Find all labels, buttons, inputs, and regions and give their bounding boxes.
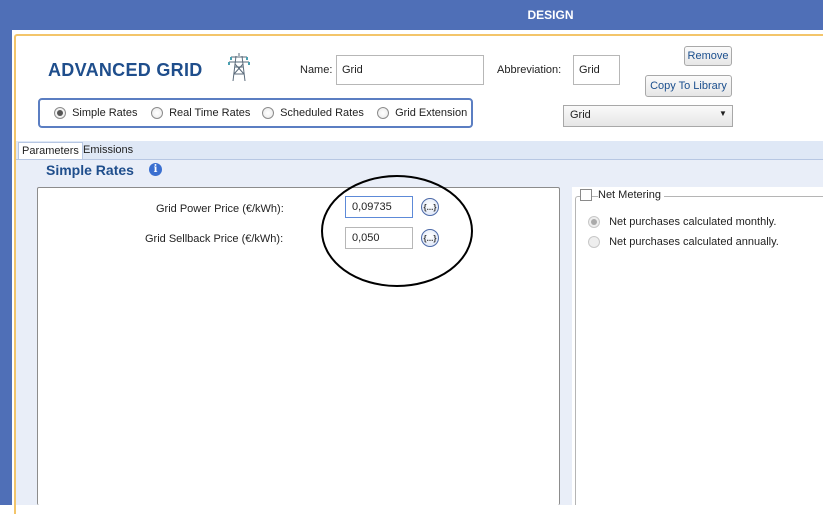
net-option-label: Net purchases calculated annually.: [609, 236, 779, 248]
rate-option-label: Scheduled Rates: [280, 107, 364, 119]
page-title: ADVANCED GRID: [48, 60, 203, 80]
copy-to-library-button[interactable]: Copy To Library: [645, 75, 732, 97]
rate-option-label: Real Time Rates: [169, 107, 251, 119]
net-option-monthly: Net purchases calculated monthly.: [588, 216, 777, 229]
transmission-tower-icon: [225, 52, 253, 82]
remove-button[interactable]: Remove: [684, 46, 732, 66]
radio-selected-icon: [588, 216, 600, 229]
side-strip: [0, 30, 12, 505]
annotation-ellipse: [321, 175, 473, 287]
net-metering-checkbox[interactable]: [580, 189, 592, 201]
radio-icon[interactable]: [377, 107, 389, 120]
radio-icon: [588, 236, 600, 249]
grid-power-price-label: Grid Power Price (€/kWh):: [156, 203, 284, 215]
grid-sellback-price-label: Grid Sellback Price (€/kWh):: [145, 233, 284, 245]
rate-option-simple[interactable]: Simple Rates: [54, 107, 138, 120]
info-icon[interactable]: i: [149, 163, 162, 176]
abbreviation-label: Abbreviation:: [497, 64, 562, 76]
rate-option-grid-extension[interactable]: Grid Extension: [377, 107, 468, 120]
radio-icon[interactable]: [151, 107, 163, 120]
chevron-down-icon[interactable]: ▼: [719, 109, 727, 118]
rate-option-scheduled[interactable]: Scheduled Rates: [262, 107, 364, 120]
grid-component-select[interactable]: Grid ▼: [563, 105, 733, 127]
net-option-label: Net purchases calculated monthly.: [609, 216, 777, 228]
rate-option-label: Simple Rates: [72, 107, 138, 119]
radio-icon[interactable]: [262, 107, 274, 120]
abbreviation-field[interactable]: Grid: [573, 55, 620, 85]
name-label: Name:: [300, 64, 333, 76]
tab-parameters[interactable]: Parameters: [18, 142, 83, 159]
tab-emissions[interactable]: Emissions: [80, 142, 136, 159]
net-option-annually: Net purchases calculated annually.: [588, 236, 779, 249]
rate-option-real-time[interactable]: Real Time Rates: [151, 107, 251, 120]
window-title: DESIGN: [527, 8, 574, 22]
select-value: Grid: [570, 109, 591, 121]
rate-option-label: Grid Extension: [395, 107, 468, 119]
tab-strip: [16, 141, 823, 160]
name-field[interactable]: Grid: [336, 55, 484, 85]
section-title: Simple Rates: [46, 162, 134, 178]
radio-selected-icon[interactable]: [54, 107, 66, 120]
simple-rates-box: [37, 187, 560, 505]
net-metering-label: Net Metering: [598, 189, 664, 201]
